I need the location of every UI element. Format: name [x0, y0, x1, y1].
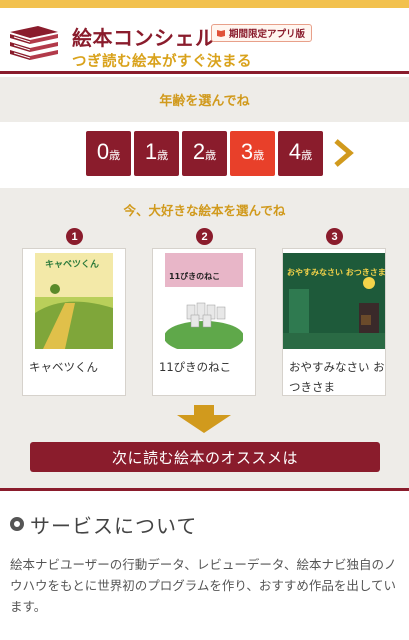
age-value: 2: [192, 139, 206, 164]
book-card-3[interactable]: おやすみなさい おつきさま おやすみなさい おつきさま: [282, 248, 386, 396]
book-card-1[interactable]: キャベツくん キャベツくん: [22, 248, 126, 396]
tagline: つぎ読む絵本がすぐ決まる: [72, 54, 252, 70]
recommend-button[interactable]: 次に読む絵本のオススメは: [30, 442, 380, 472]
age-value: 1: [144, 139, 158, 164]
badge-label: 期間限定アプリ版: [229, 29, 306, 40]
book-title: おやすみなさい おつきさま: [289, 360, 385, 394]
age-unit: 歳: [157, 149, 169, 162]
app-header: 絵本コンシェル 期間限定アプリ版 つぎ読む絵本がすぐ決まる: [0, 8, 409, 74]
book-title: キャベツくん: [29, 360, 98, 374]
book-card-2[interactable]: 11ぴきのねこ 11ぴきのねこ: [152, 248, 256, 396]
age-button-0[interactable]: 0歳: [86, 131, 131, 176]
service-title: サービスについて: [30, 514, 198, 538]
cover-title: おやすみなさい おつきさま: [287, 267, 385, 277]
book-stack-icon: [10, 26, 58, 60]
age-heading: 年齢を選んでね: [159, 94, 250, 109]
age-unit: 歳: [109, 149, 121, 162]
age-unit: 歳: [205, 149, 217, 162]
rank-badge-3: 3: [326, 228, 343, 245]
age-button-2[interactable]: 2歳: [182, 131, 227, 176]
rank-badge-1: 1: [66, 228, 83, 245]
age-unit: 歳: [253, 149, 265, 162]
age-button-1[interactable]: 1歳: [134, 131, 179, 176]
book-cover-image: キャベツくん: [35, 253, 113, 349]
top-accent-bar: [0, 0, 409, 8]
cover-title: キャベツくん: [45, 259, 99, 270]
circle-bullet-icon: [10, 517, 24, 531]
cover-title: 11ぴきのねこ: [169, 271, 220, 281]
age-value: 4: [288, 139, 302, 164]
app-title: 絵本コンシェル: [72, 26, 216, 50]
book-cover-image: 11ぴきのねこ: [165, 253, 243, 349]
book-cover-image: おやすみなさい おつきさま: [283, 253, 385, 349]
book-heading: 今、大好きな絵本を選んでね: [123, 203, 286, 218]
chevron-right-icon[interactable]: [330, 138, 356, 168]
age-button-3[interactable]: 3歳: [230, 131, 275, 176]
limited-edition-badge: 期間限定アプリ版: [211, 24, 313, 42]
section-divider: [0, 488, 409, 491]
age-value: 0: [96, 139, 110, 164]
rank-badge-2: 2: [196, 228, 213, 245]
book-title: 11ぴきのねこ: [159, 360, 232, 374]
age-value: 3: [240, 139, 254, 164]
age-unit: 歳: [301, 149, 313, 162]
service-description: 絵本ナビユーザーの行動データ、レビューデータ、絵本ナビ独自のノウハウをもとに世界…: [10, 557, 397, 614]
age-button-4[interactable]: 4歳: [278, 131, 323, 176]
book-icon: [217, 30, 225, 37]
arrow-down-icon: [177, 405, 231, 433]
